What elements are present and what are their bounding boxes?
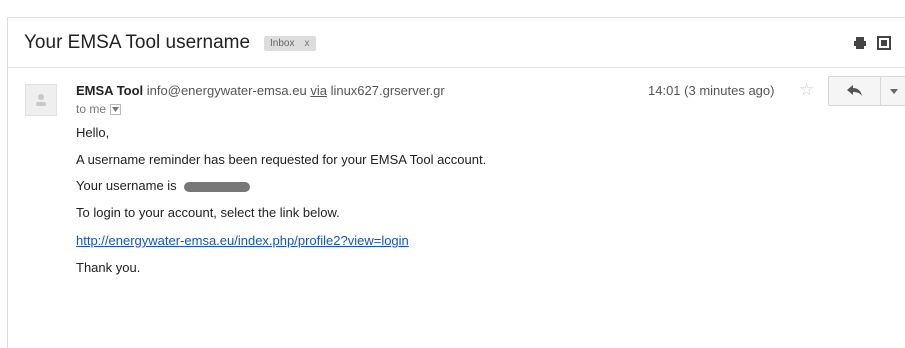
- username-prefix: Your username is: [76, 178, 177, 193]
- chevron-down-icon: [112, 106, 120, 112]
- recipient-label: to me: [76, 102, 107, 116]
- header-divider: [8, 67, 905, 68]
- body-line-3: To login to your account, select the lin…: [76, 205, 340, 220]
- body-line-1: A username reminder has been requested f…: [76, 152, 487, 167]
- login-link[interactable]: http://energywater-emsa.eu/index.php/pro…: [76, 233, 409, 248]
- more-options-button[interactable]: [880, 76, 905, 106]
- details-dropdown-button[interactable]: [110, 103, 122, 115]
- sender-name[interactable]: EMSA Tool: [76, 83, 143, 98]
- body-greeting: Hello,: [76, 125, 110, 140]
- inbox-label-chip[interactable]: Inbox x: [264, 35, 316, 51]
- sender-line: EMSA Tool info@energywater-emsa.eu via l…: [76, 83, 445, 98]
- reply-button[interactable]: [828, 76, 882, 106]
- email-subject: Your EMSA Tool username: [24, 32, 251, 53]
- top-icons: [853, 36, 891, 50]
- chevron-down-icon: [889, 88, 898, 94]
- body-closing: Thank you.: [76, 260, 141, 275]
- via-link[interactable]: via: [310, 83, 327, 98]
- body-line-2: Your username is: [76, 178, 251, 193]
- avatar: [25, 84, 57, 116]
- person-icon: [36, 94, 46, 106]
- via-server: linux627.grserver.gr: [330, 83, 445, 98]
- new-window-icon[interactable]: [877, 36, 891, 50]
- timestamp: 14:01 (3 minutes ago): [648, 83, 775, 98]
- reply-icon: [847, 85, 862, 96]
- remove-label-button[interactable]: x: [305, 38, 310, 49]
- recipient-line: to me: [76, 102, 122, 116]
- sender-address: info@energywater-emsa.eu: [146, 83, 307, 98]
- subject-row: Your EMSA Tool username Inbox x: [24, 30, 316, 56]
- label-name: Inbox: [270, 37, 295, 49]
- print-icon[interactable]: [853, 36, 867, 50]
- star-icon[interactable]: ☆: [799, 80, 814, 100]
- redacted-username: [184, 181, 251, 192]
